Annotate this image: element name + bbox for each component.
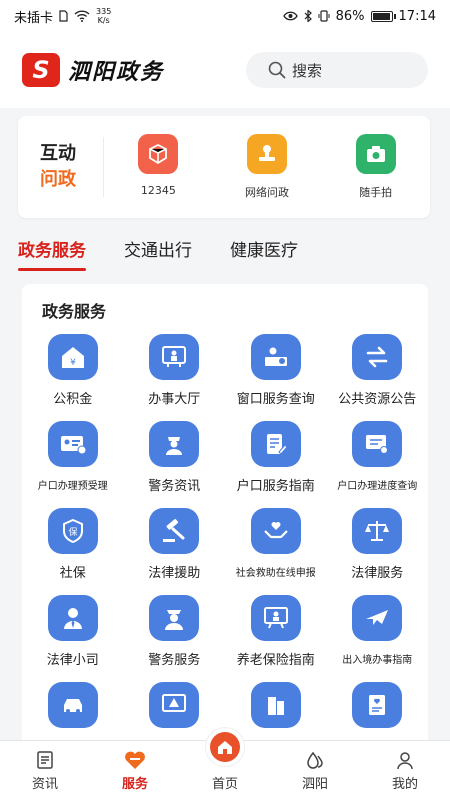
- exchange-icon: [352, 334, 403, 380]
- category-tabs: 政务服务 交通出行 健康医疗: [18, 236, 298, 271]
- id-card-icon: [47, 421, 98, 467]
- svg-text:¥: ¥: [70, 358, 76, 368]
- stamp-icon: [246, 134, 287, 174]
- warning-board-icon: [149, 682, 200, 728]
- battery-text: 86%: [335, 8, 365, 24]
- airplane-icon: [352, 595, 403, 641]
- certificate-icon: [352, 682, 403, 728]
- service-legal-aid[interactable]: 法律援助: [124, 508, 226, 595]
- service-housing-fund[interactable]: ¥ 公积金: [22, 334, 124, 421]
- service-public-resources[interactable]: 公共资源公告: [327, 334, 429, 421]
- nav-services[interactable]: 服务: [90, 741, 180, 800]
- police-icon: [149, 421, 200, 467]
- logo-mark: S: [22, 53, 60, 87]
- service-police-news[interactable]: 警务资讯: [124, 421, 226, 508]
- hall-icon: [149, 334, 200, 380]
- sim-icon: [59, 10, 68, 22]
- tab-government-services[interactable]: 政务服务: [18, 236, 86, 271]
- panel-title: 政务服务: [42, 302, 107, 321]
- bottom-nav: 资讯 服务 首页 泗阳 我的: [0, 727, 450, 800]
- service-household-guide[interactable]: 户口服务指南: [225, 421, 327, 508]
- battery-icon: [370, 10, 396, 22]
- wifi-icon: [74, 10, 90, 22]
- board-icon: [250, 595, 301, 641]
- clock: 17:14: [398, 8, 436, 24]
- app-logo: S 泗阳政务: [22, 53, 164, 87]
- network-speed: 335 K/s: [96, 7, 112, 25]
- nav-mine[interactable]: 我的: [360, 741, 450, 800]
- camera-icon: [355, 134, 396, 174]
- service-pension-guide[interactable]: 养老保险指南: [225, 595, 327, 682]
- search-icon: [268, 61, 286, 79]
- hotline-12345-button[interactable]: 12345: [108, 134, 208, 200]
- counter-icon: [250, 334, 301, 380]
- svg-text:保: 保: [68, 526, 77, 538]
- tab-health[interactable]: 健康医疗: [230, 236, 298, 271]
- user-icon: [397, 752, 413, 770]
- nav-siyang[interactable]: 泗阳: [270, 741, 360, 800]
- monitor-search-icon: [352, 421, 403, 467]
- app-header: S 泗阳政务 搜索: [0, 32, 450, 108]
- hotline-icon: [138, 134, 179, 174]
- house-icon: ¥: [47, 334, 98, 380]
- interaction-card: 互动 问政 12345 网络问政 随手拍: [18, 116, 430, 218]
- building-icon: [250, 682, 301, 728]
- scales-icon: [352, 508, 403, 554]
- car-icon: [47, 682, 98, 728]
- service-hall[interactable]: 办事大厅: [124, 334, 226, 421]
- vibrate-icon: [318, 10, 330, 22]
- officer-icon: [149, 595, 200, 641]
- nav-home[interactable]: 首页: [180, 727, 270, 800]
- service-exit-entry-guide[interactable]: 出入境办事指南: [327, 595, 429, 682]
- service-household-pre-accept[interactable]: 户口办理预受理: [22, 421, 124, 508]
- service-social-security[interactable]: 保 社保: [22, 508, 124, 595]
- tabs-fade: [350, 236, 450, 272]
- service-window-query[interactable]: 窗口服务查询: [225, 334, 327, 421]
- home-icon: [210, 732, 240, 762]
- online-inquiry-button[interactable]: 网络问政: [217, 134, 317, 200]
- person-tie-icon: [47, 595, 98, 641]
- news-icon: [37, 751, 53, 769]
- bluetooth-icon: [304, 10, 312, 22]
- nav-news[interactable]: 资讯: [0, 741, 90, 800]
- service-police[interactable]: 警务服务: [124, 595, 226, 682]
- carrier-text: 未插卡: [14, 10, 54, 26]
- services-panel: 政务服务 ¥ 公积金 办事大厅 窗口服务查询 公共资源公告 户口办理预受理 警务…: [22, 284, 428, 754]
- hands-heart-icon: [250, 508, 301, 554]
- services-grid: ¥ 公积金 办事大厅 窗口服务查询 公共资源公告 户口办理预受理 警务资讯 户口…: [22, 334, 428, 754]
- tab-transportation[interactable]: 交通出行: [124, 236, 192, 271]
- interaction-title: 互动 问政: [18, 137, 104, 197]
- status-bar: 未插卡 335 K/s 86% 17:14: [0, 0, 450, 32]
- document-edit-icon: [250, 421, 301, 467]
- heart-icon: [125, 751, 145, 769]
- service-social-aid-online[interactable]: 社会救助在线申报: [225, 508, 327, 595]
- snapshot-report-button[interactable]: 随手拍: [326, 134, 426, 200]
- service-legal-assistant[interactable]: 法律小司: [22, 595, 124, 682]
- gavel-icon: [149, 508, 200, 554]
- shield-icon: 保: [47, 508, 98, 554]
- service-household-progress[interactable]: 户口办理进度查询: [327, 421, 429, 508]
- app-name: 泗阳政务: [68, 59, 165, 85]
- home-bubble: [205, 727, 245, 767]
- search-bar[interactable]: 搜索: [246, 52, 428, 88]
- search-placeholder: 搜索: [292, 61, 323, 80]
- service-legal[interactable]: 法律服务: [327, 508, 429, 595]
- eye-icon: [282, 11, 298, 21]
- drop-icon: [307, 751, 323, 769]
